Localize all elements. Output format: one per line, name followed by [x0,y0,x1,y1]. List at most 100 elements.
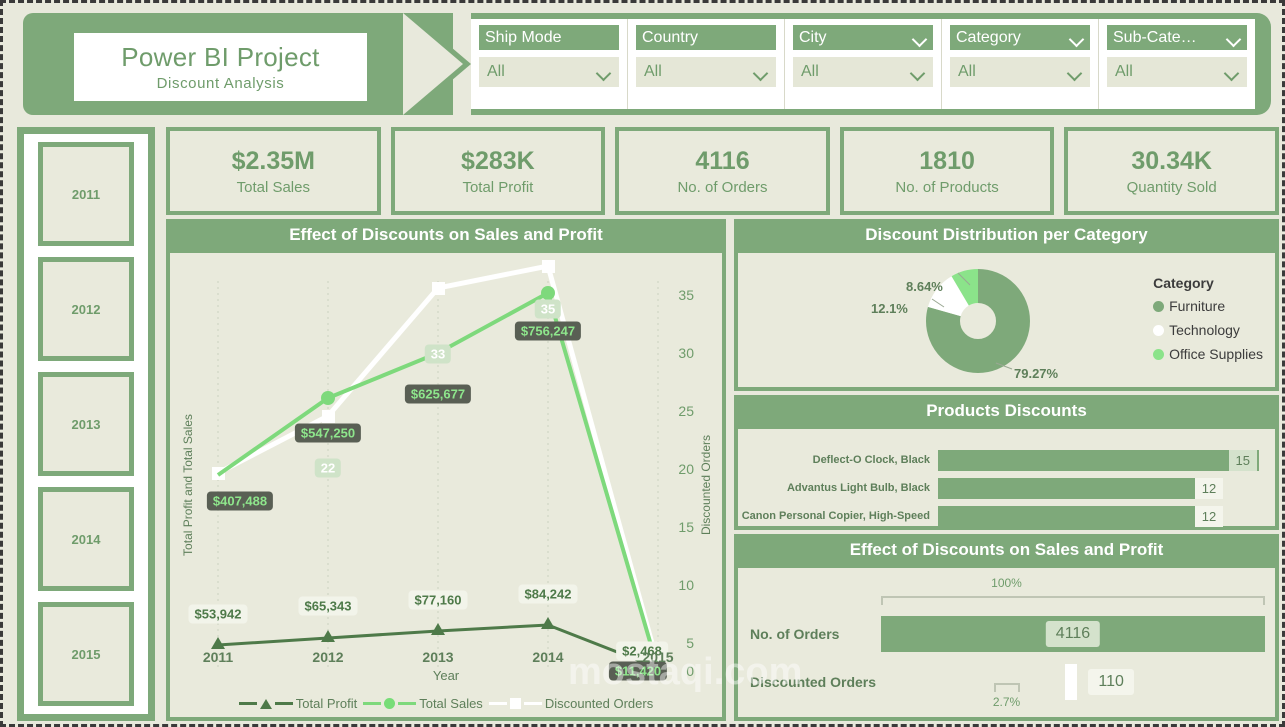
filter-ship-mode-label: Ship Mode [479,25,619,50]
product-value: 15 [1228,449,1257,471]
kpi-label: Quantity Sold [1126,178,1217,196]
year-button-2013[interactable]: 2013 [38,372,134,476]
filter-category-select[interactable]: All [950,57,1090,87]
funnel-value: 4116 [1045,621,1101,647]
data-label-sales-2013: $625,677 [404,384,472,404]
funnel-track: 4116 [881,616,1265,652]
kpi-card-no-of-orders[interactable]: 4116 No. of Orders [615,127,830,215]
legend-item-discounted-orders[interactable]: Discounted Orders [488,696,653,711]
kpi-label: Total Sales [236,178,310,196]
funnel-value: 110 [1088,669,1134,695]
filter-category-caption: Category [956,28,1021,46]
kpi-value: 4116 [695,146,750,175]
legend-item-technology[interactable]: Technology [1153,322,1263,338]
product-bar-track: 12 [938,477,1259,499]
x-tick: 2011 [202,649,234,665]
line-chart-body: Total Profit and Total Sales Discounted … [170,253,722,717]
filter-category[interactable]: Category All [942,19,1099,109]
filter-country-value: All [644,63,662,80]
kpi-card-quantity-sold[interactable]: 30.34K Quantity Sold [1064,127,1279,215]
filter-ship-mode[interactable]: Ship Mode All [471,19,628,109]
legend-label: Technology [1169,322,1240,338]
product-bar [938,477,1195,499]
funnel-title: Effect of Discounts on Sales and Profit [849,540,1164,559]
product-row[interactable]: Canon Personal Copier, High-Speed 12 [738,505,1275,527]
data-label-orders-2013: 33 [424,344,452,364]
chevron-down-icon [911,68,925,76]
donut-pct-furniture: 79.27% [1014,366,1059,381]
data-label-orders-2014: 35 [534,299,562,319]
funnel-scale-label: 100% [991,576,1022,590]
filter-city[interactable]: City All [785,19,942,109]
year-button-2012[interactable]: 2012 [38,257,134,361]
data-label-sales-2012: $547,250 [294,423,362,443]
kpi-label: No. of Products [895,178,999,196]
donut-panel: Discount Distribution per Category 8.64%… [734,219,1279,391]
kpi-card-total-profit[interactable]: $283K Total Profit [390,127,606,215]
funnel-scale-bracket [881,596,1265,605]
legend-item-furniture[interactable]: Furniture [1153,298,1263,314]
chevron-down-icon [1225,68,1239,76]
chevron-down-icon [1068,68,1082,76]
legend-item-office-supplies[interactable]: Office Supplies [1153,346,1263,362]
filter-city-label: City [793,25,933,50]
product-name: Advantus Light Bulb, Black [786,482,930,494]
top-bar: Power BI Project Discount Analysis Ship … [11,9,1279,121]
x-axis-label: Year [432,668,460,683]
legend-line-icon [488,702,507,705]
color-swatch-icon [1153,300,1165,312]
kpi-value: 30.34K [1131,146,1212,175]
kpi-label: Total Profit [462,178,534,196]
filter-country-select[interactable]: All [636,57,776,87]
year-button-2014[interactable]: 2014 [38,487,134,591]
page-title-card: Power BI Project Discount Analysis [74,33,367,101]
year-button-2015[interactable]: 2015 [38,602,134,706]
year-button-2011[interactable]: 2011 [38,142,134,246]
product-bar [938,449,1259,471]
kpi-row: $2.35M Total Sales $283K Total Profit 41… [166,127,1279,215]
kpi-inner: 1810 No. of Products [843,131,1051,211]
line-chart-panel: Effect of Discounts on Sales and Profit … [166,219,726,721]
funnel-pct-label: 2.7% [992,695,1021,709]
donut-pct-office-supplies: 8.64% [906,279,943,294]
data-label-sales-2014: $756,247 [514,321,582,341]
kpi-inner: 4116 No. of Orders [619,131,826,211]
x-tick: 2013 [422,649,454,665]
page-title: Power BI Project [121,42,320,72]
funnel-label: No. of Orders [750,626,840,642]
filter-country-caption: Country [642,28,699,46]
filters-inner: Ship Mode All Country All City All Categ… [471,19,1255,109]
filter-country[interactable]: Country All [628,19,785,109]
page-subtitle: Discount Analysis [156,75,285,92]
triangle-marker-icon [259,698,272,709]
kpi-inner: $283K Total Profit [394,131,602,211]
product-value: 12 [1194,505,1224,527]
product-row[interactable]: Deflect-O Clock, Black 15 [738,449,1275,471]
donut-legend: Category Furniture Technology Office Sup… [1153,275,1263,370]
kpi-card-no-of-products[interactable]: 1810 No. of Products [839,127,1055,215]
donut-title: Discount Distribution per Category [865,225,1148,244]
legend-item-total-profit[interactable]: Total Profit [238,696,358,711]
legend-line-icon [238,702,257,705]
filter-sub-category[interactable]: Sub-Cate… All [1099,19,1255,109]
legend-label: Total Profit [295,696,358,711]
filter-sub-category-select[interactable]: All [1107,57,1247,87]
x-tick: 2015 [642,649,674,665]
chevron-down-icon [913,34,927,42]
product-row[interactable]: Advantus Light Bulb, Black 12 [738,477,1275,499]
filter-country-label: Country [636,25,776,50]
filter-city-select[interactable]: All [793,57,933,87]
products-panel: Products Discounts Deflect-O Clock, Blac… [734,395,1279,530]
title-banner-arrow-notch [403,13,463,115]
funnel-label: Discounted Orders [750,674,877,690]
funnel-row-orders[interactable]: No. of Orders 4116 [738,616,1265,652]
kpi-card-total-sales[interactable]: $2.35M Total Sales [166,127,381,215]
product-name: Deflect-O Clock, Black [812,454,930,466]
filter-ship-mode-caption: Ship Mode [485,28,562,46]
funnel-track: 110 [881,664,1265,700]
donut-pct-technology: 12.1% [871,301,908,316]
kpi-inner: $2.35M Total Sales [170,131,377,211]
donut-legend-title: Category [1153,275,1214,291]
filter-ship-mode-select[interactable]: All [479,57,619,87]
legend-item-total-sales[interactable]: Total Sales [363,696,483,711]
